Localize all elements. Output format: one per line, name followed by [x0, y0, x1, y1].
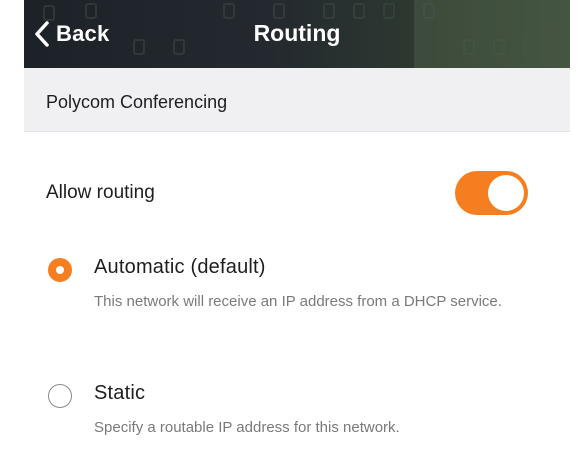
section-header: Polycom Conferencing: [24, 68, 570, 132]
option-static[interactable]: Static Specify a routable IP address for…: [24, 382, 570, 444]
page-title: Routing: [253, 20, 341, 46]
routing-screen: Back Routing Polycom Conferencing Allow …: [24, 0, 570, 458]
option-automatic[interactable]: Automatic (default) This network will re…: [24, 256, 570, 348]
allow-routing-row: Allow routing: [24, 160, 570, 224]
toggle-knob: [488, 175, 524, 211]
option-static-description: Specify a routable IP address for this n…: [94, 419, 400, 436]
screen: Back Routing Polycom Conferencing Allow …: [0, 0, 578, 458]
section-title: Polycom Conferencing: [46, 92, 228, 112]
radio-automatic[interactable]: [48, 258, 72, 282]
screen-edge: [570, 0, 578, 458]
navigation-bar: Back Routing: [24, 0, 570, 68]
allow-routing-toggle[interactable]: [455, 171, 528, 215]
option-automatic-title: Automatic (default): [94, 256, 266, 278]
option-automatic-description: This network will receive an IP address …: [94, 293, 502, 310]
radio-static[interactable]: [48, 384, 72, 408]
allow-routing-label: Allow routing: [46, 182, 155, 203]
radio-selected-dot: [56, 266, 64, 274]
option-static-title: Static: [94, 382, 146, 404]
